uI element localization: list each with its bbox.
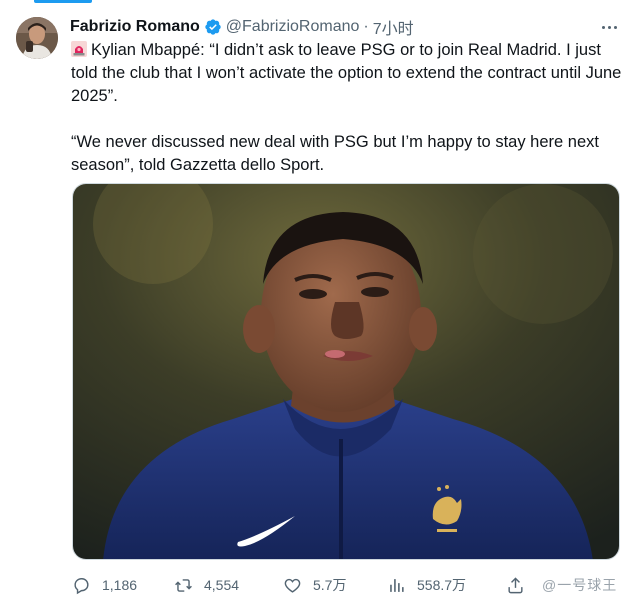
more-dots-icon[interactable]: [598, 16, 620, 38]
views-button[interactable]: 558.7万: [387, 574, 466, 596]
reply-button[interactable]: 1,186: [72, 574, 137, 596]
author-handle[interactable]: @FabrizioRomano: [226, 18, 360, 36]
like-button[interactable]: 5.7万: [283, 574, 346, 596]
share-button[interactable]: [506, 574, 525, 596]
like-count: 5.7万: [313, 577, 347, 593]
tweet-header: Fabrizio Romano @FabrizioRomano · 7小时: [70, 16, 414, 38]
author-avatar[interactable]: [16, 17, 58, 59]
tweet-paragraph-1-text: Kylian Mbappé: “I didn’t ask to leave PS…: [71, 41, 622, 105]
reply-icon: [74, 577, 89, 594]
tweet-photo[interactable]: [72, 183, 620, 560]
separator-dot: ·: [363, 18, 369, 35]
retweet-icon: [175, 578, 192, 592]
tweet-timestamp[interactable]: 7小时: [373, 15, 414, 39]
heart-icon: [284, 578, 301, 593]
tweet-paragraph-2: “We never discussed new deal with PSG bu…: [71, 133, 599, 174]
author-name[interactable]: Fabrizio Romano: [70, 18, 200, 36]
verified-badge-icon: [204, 18, 222, 36]
reply-count: 1,186: [102, 577, 138, 593]
share-icon: [508, 576, 523, 593]
tab-indicator: [34, 0, 92, 3]
siren-icon: [71, 41, 87, 57]
views-bar-chart-icon: [390, 578, 404, 592]
tweet-paragraph-1: Kylian Mbappé: “I didn’t ask to leave PS…: [71, 39, 623, 108]
views-count: 558.7万: [417, 577, 467, 593]
watermark-text: @一号球王: [542, 577, 618, 593]
retweet-count: 4,554: [204, 577, 240, 593]
retweet-button[interactable]: 4,554: [174, 574, 239, 596]
tweet-text: Kylian Mbappé: “I didn’t ask to leave PS…: [71, 39, 623, 177]
